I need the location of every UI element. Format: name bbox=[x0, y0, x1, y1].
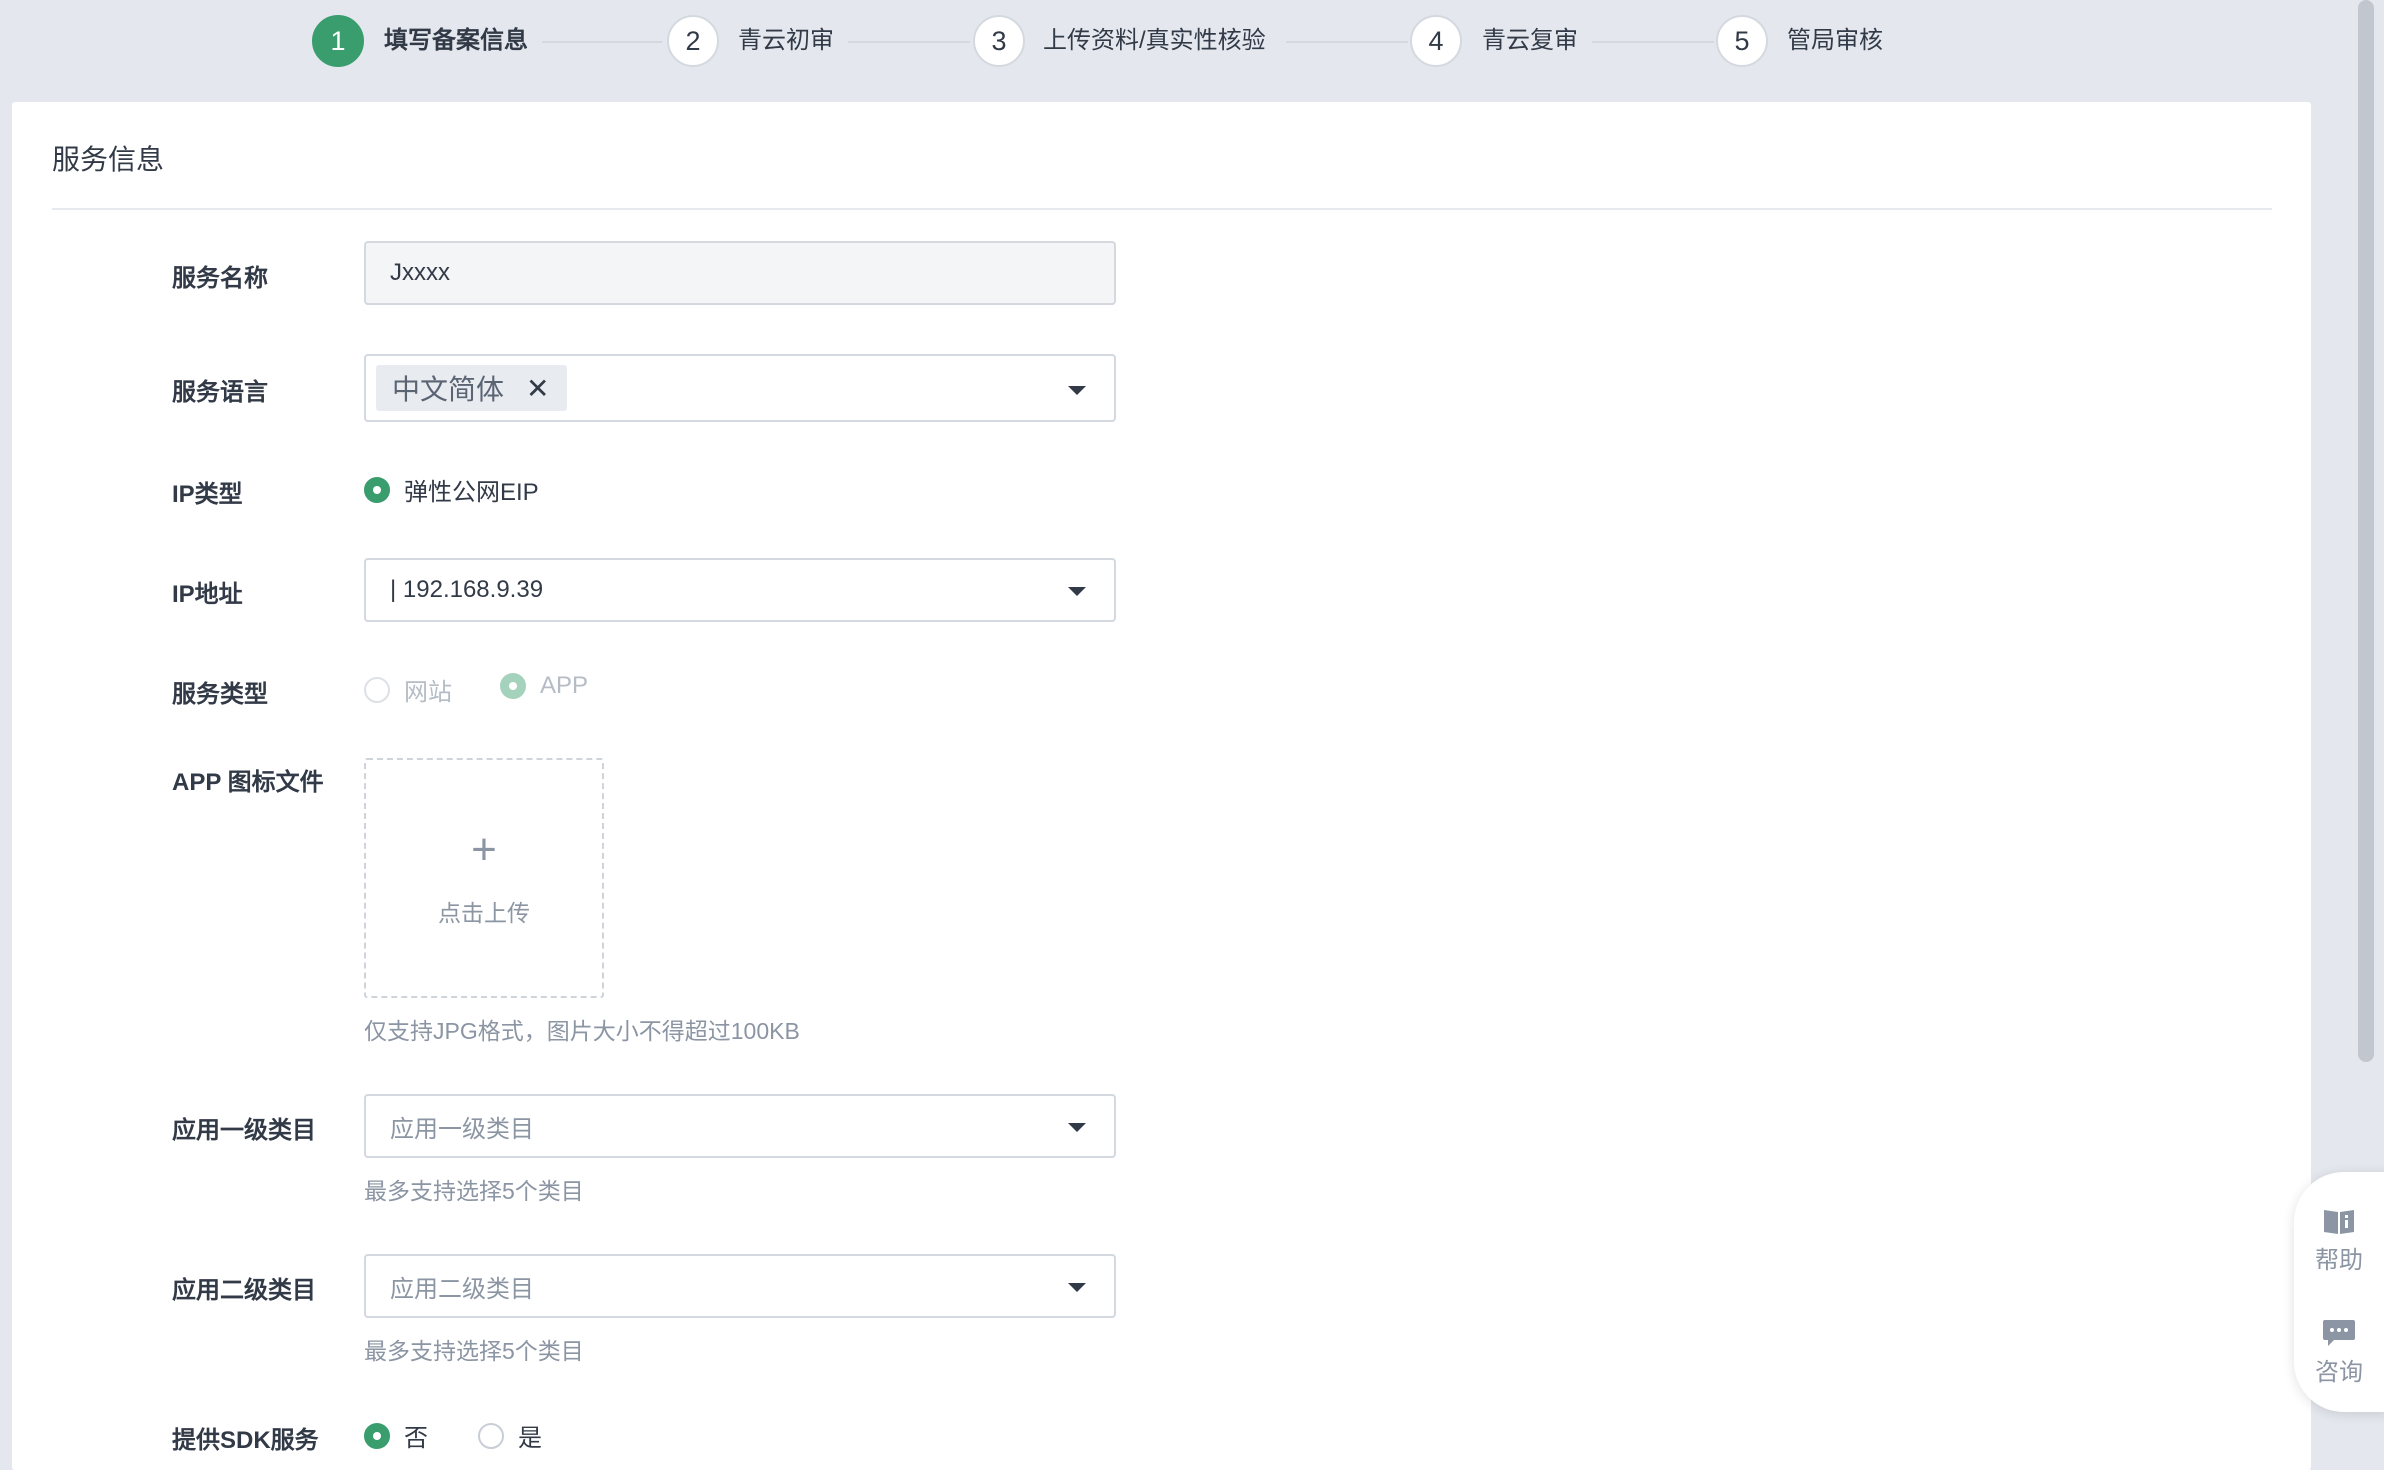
step-4-circle: 4 bbox=[1410, 15, 1462, 67]
service-type-app-label: APP bbox=[540, 672, 589, 699]
category-level2-hint: 最多支持选择5个类目 bbox=[364, 1338, 584, 1364]
ip-type-option[interactable]: 弹性公网EIP bbox=[364, 472, 539, 507]
service-type-app-option[interactable]: APP bbox=[500, 672, 588, 700]
service-language-select[interactable]: 中文简体 ✕ bbox=[364, 354, 1116, 422]
scrollbar-thumb[interactable] bbox=[2358, 0, 2374, 1062]
category-level2-select[interactable]: 应用二级类目 bbox=[364, 1254, 1116, 1318]
ip-address-label: IP地址 bbox=[172, 581, 243, 608]
chat-bubble-icon bbox=[2323, 1320, 2355, 1346]
ip-type-eip-radio[interactable] bbox=[364, 476, 390, 503]
floating-help-panel: 帮助 咨询 bbox=[2294, 1172, 2384, 1412]
step-connector bbox=[542, 41, 662, 43]
consult-button[interactable]: 咨询 bbox=[2294, 1318, 2384, 1387]
step-4-label: 青云复审 bbox=[1482, 27, 1578, 54]
step-3-label: 上传资料/真实性核验 bbox=[1043, 27, 1266, 54]
upload-text: 点击上传 bbox=[438, 900, 530, 926]
step-2-label: 青云初审 bbox=[738, 27, 834, 54]
service-name-field[interactable]: Jxxxx bbox=[364, 241, 1116, 305]
step-connector bbox=[1286, 41, 1408, 43]
ip-type-eip-label: 弹性公网EIP bbox=[404, 479, 539, 506]
sdk-service-yes-label: 是 bbox=[518, 1425, 542, 1452]
service-info-card: 服务信息 服务名称 Jxxxx 服务语言 中文简体 ✕ IP类型 弹性公网EIP… bbox=[12, 102, 2311, 1470]
language-tag: 中文简体 ✕ bbox=[376, 365, 568, 411]
chevron-down-icon bbox=[1068, 1283, 1086, 1292]
progress-stepper: 1 填写备案信息 2 青云初审 3 上传资料/真实性核验 4 青云复审 5 管局… bbox=[0, 0, 2384, 100]
step-1-label: 填写备案信息 bbox=[384, 27, 528, 54]
sdk-service-yes-radio[interactable] bbox=[478, 1422, 504, 1449]
ip-address-select[interactable]: | 192.168.9.39 bbox=[364, 558, 1116, 622]
category-level1-label: 应用一级类目 bbox=[172, 1117, 316, 1144]
sdk-service-no-radio[interactable] bbox=[364, 1422, 390, 1449]
ip-address-value: | 192.168.9.39 bbox=[390, 576, 544, 603]
sdk-service-label: 提供SDK服务 bbox=[172, 1427, 319, 1454]
step-5-label: 管局审核 bbox=[1787, 27, 1883, 54]
service-type-website-label: 网站 bbox=[404, 679, 452, 706]
step-connector bbox=[848, 41, 970, 43]
step-3-circle: 3 bbox=[973, 15, 1025, 67]
category-level1-select[interactable]: 应用一级类目 bbox=[364, 1094, 1116, 1158]
category-level1-hint: 最多支持选择5个类目 bbox=[364, 1178, 584, 1204]
section-divider bbox=[52, 208, 2272, 210]
service-type-website-radio[interactable] bbox=[364, 676, 390, 703]
chevron-down-icon bbox=[1068, 386, 1086, 395]
service-language-label: 服务语言 bbox=[172, 379, 268, 406]
language-tag-label: 中文简体 bbox=[392, 374, 505, 405]
help-label: 帮助 bbox=[2315, 1247, 2363, 1274]
consult-label: 咨询 bbox=[2315, 1359, 2363, 1386]
service-name-label: 服务名称 bbox=[172, 265, 268, 292]
chevron-down-icon bbox=[1068, 587, 1086, 596]
step-1-circle: 1 bbox=[312, 15, 364, 67]
plus-icon: + bbox=[471, 825, 497, 874]
step-connector bbox=[1592, 41, 1714, 43]
category-level2-label: 应用二级类目 bbox=[172, 1277, 316, 1304]
service-name-value: Jxxxx bbox=[390, 259, 450, 286]
step-5-circle: 5 bbox=[1716, 15, 1768, 67]
book-icon bbox=[2324, 1210, 2354, 1234]
sdk-service-no-label: 否 bbox=[404, 1425, 428, 1452]
sdk-service-no-option[interactable]: 否 bbox=[364, 1418, 428, 1453]
step-2-circle: 2 bbox=[667, 15, 719, 67]
app-icon-hint: 仅支持JPG格式，图片大小不得超过100KB bbox=[364, 1018, 800, 1044]
section-title: 服务信息 bbox=[52, 144, 165, 175]
app-icon-label: APP 图标文件 bbox=[172, 769, 324, 796]
service-type-app-radio[interactable] bbox=[500, 673, 526, 699]
help-button[interactable]: 帮助 bbox=[2294, 1206, 2384, 1275]
category-level1-placeholder: 应用一级类目 bbox=[390, 1115, 534, 1143]
category-level2-placeholder: 应用二级类目 bbox=[390, 1275, 534, 1303]
chevron-down-icon bbox=[1068, 1123, 1086, 1132]
tag-remove-icon[interactable]: ✕ bbox=[526, 372, 549, 405]
service-type-label: 服务类型 bbox=[172, 681, 268, 708]
app-icon-upload[interactable]: + 点击上传 bbox=[364, 758, 604, 998]
service-type-website-option[interactable]: 网站 bbox=[364, 672, 452, 707]
sdk-service-yes-option[interactable]: 是 bbox=[478, 1418, 542, 1453]
ip-type-label: IP类型 bbox=[172, 481, 243, 508]
